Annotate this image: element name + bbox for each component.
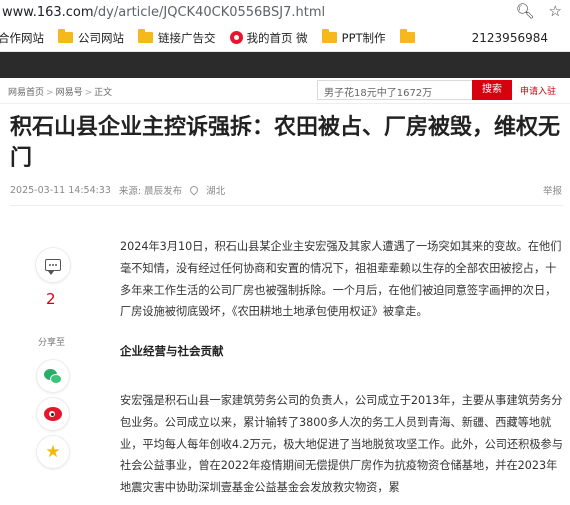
report-link[interactable]: 举报	[543, 183, 562, 197]
bookmarks-bar: 合作网站 公司网站 链接广告交 我的首页 微 PPT制作 2123956984	[0, 24, 570, 52]
article-paragraph: 2024年3月10日，积石山县某企业主安宏强及其家人遭遇了一场突如其来的变故。在…	[120, 240, 562, 319]
bookmark-phone: 2123956984	[471, 31, 548, 45]
bookmark-label: 链接广告交	[158, 30, 216, 45]
breadcrumb-current: 正文	[94, 88, 113, 98]
article-paragraph: 安宏强是积石山县一家建筑劳务公司的负责人，公司成立于2013年，主要从事建筑劳务…	[120, 393, 563, 495]
bookmark-item[interactable]	[399, 29, 420, 43]
article-subheading: 企业经营与社会贡献	[120, 344, 224, 359]
bookmark-item[interactable]: 我的首页 微	[229, 30, 308, 46]
star-icon: ★	[45, 441, 61, 462]
folder-icon	[58, 29, 73, 43]
folder-icon	[138, 29, 153, 43]
article-body: 2024年3月10日，积石山县某企业主安宏强及其家人遭遇了一场突如其来的变故。在…	[120, 236, 566, 499]
bookmark-star-icon[interactable]: ☆	[549, 2, 562, 20]
breadcrumb-section[interactable]: 网易号	[56, 88, 83, 98]
wechat-icon	[44, 368, 62, 384]
search-input[interactable]: 男子花18元中了1672万	[317, 80, 472, 100]
breadcrumb-home[interactable]: 网易首页	[8, 88, 44, 98]
bookmark-label: 合作网站	[0, 30, 44, 45]
divider	[10, 205, 563, 206]
breadcrumb: 网易首页 > 网易号 > 正文	[8, 88, 113, 98]
bookmark-label: 公司网站	[78, 30, 124, 45]
article-meta: 2025-03-11 14:54:33 来源: 晨辰发布 湖北	[10, 183, 233, 197]
article-source[interactable]: 来源: 晨辰发布	[119, 183, 182, 197]
comment-icon	[45, 259, 61, 275]
url-host: www.163.com	[2, 4, 94, 20]
weibo-icon	[44, 407, 62, 421]
bookmark-item[interactable]: 公司网站	[58, 29, 124, 46]
url-text[interactable]: www.163.com/dy/article/JQCK40CK0556BSJ7.…	[0, 5, 325, 20]
bookmark-item[interactable]: PPT制作	[321, 29, 386, 46]
share-wechat-button[interactable]	[37, 360, 69, 392]
address-bar[interactable]: www.163.com/dy/article/JQCK40CK0556BSJ7.…	[0, 0, 570, 24]
folder-icon	[399, 29, 415, 43]
folder-icon	[321, 29, 337, 43]
bookmark-item[interactable]: 链接广告交	[138, 29, 216, 46]
search-button[interactable]: 搜索	[472, 80, 512, 100]
location-icon	[188, 184, 200, 196]
weibo-icon	[229, 31, 243, 44]
url-path: /dy/article/JQCK40CK0556BSJ7.html	[93, 4, 326, 20]
share-weibo-button[interactable]	[37, 398, 69, 430]
comment-button[interactable]	[36, 248, 70, 282]
page-title: 积石山县企业主控诉强拆：农田被占、厂房被毁，维权无门	[10, 115, 561, 171]
site-top-bar	[0, 52, 570, 78]
bookmark-label: PPT制作	[341, 30, 386, 45]
bookmark-item[interactable]: 合作网站	[0, 30, 44, 46]
join-link[interactable]: 申请入驻	[520, 84, 556, 97]
share-label: 分享至	[38, 338, 66, 348]
article-location: 湖北	[206, 186, 226, 197]
comment-count[interactable]: 2	[46, 290, 56, 308]
zoom-icon[interactable]: 🔍︎	[516, 2, 535, 20]
publish-date: 2025-03-11 14:54:33	[10, 184, 111, 196]
bookmark-label: 我的首页 微	[246, 30, 308, 45]
favorite-button[interactable]: ★	[37, 436, 69, 468]
